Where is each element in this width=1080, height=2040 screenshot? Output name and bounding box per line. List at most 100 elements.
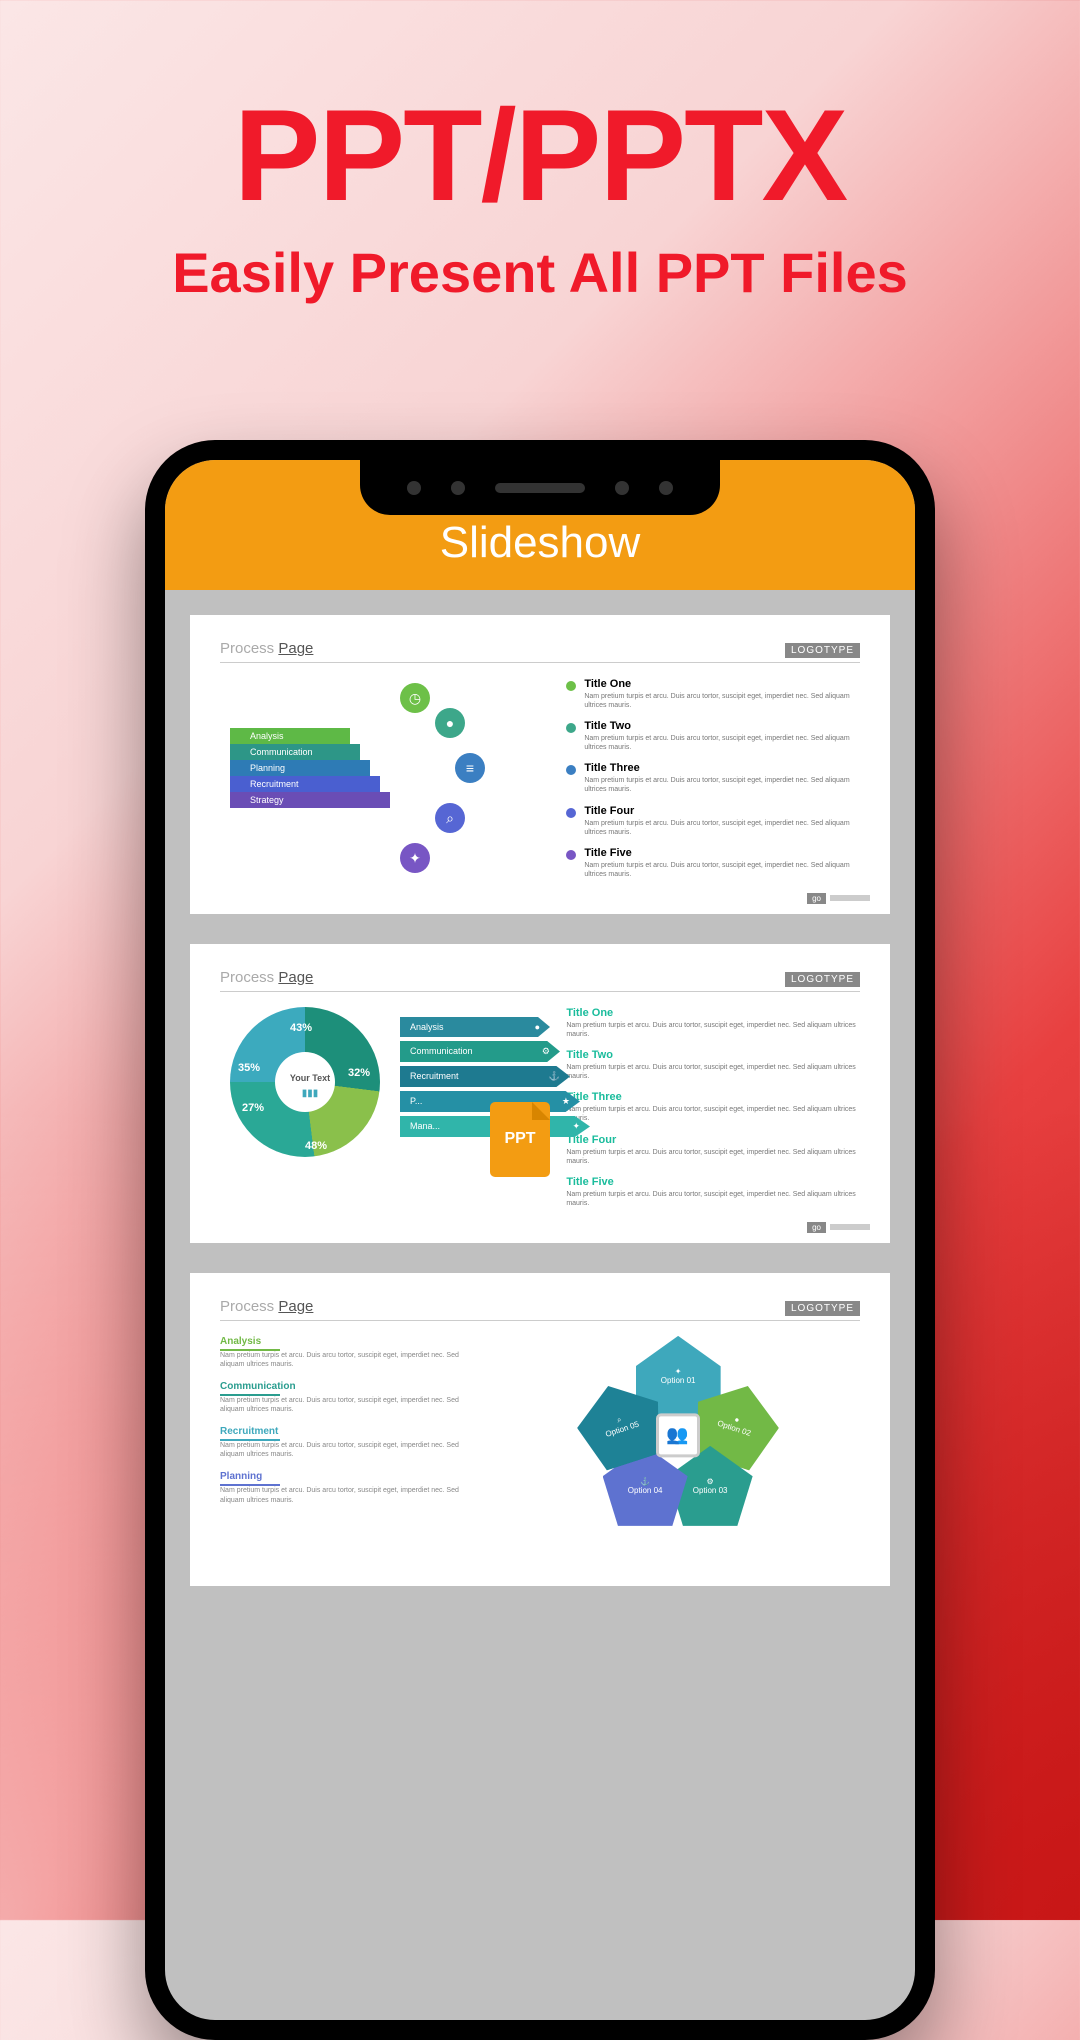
donut-pct: 48% bbox=[305, 1140, 327, 1152]
slide-title: Process Page bbox=[220, 969, 313, 986]
donut-pct: 43% bbox=[290, 1022, 312, 1034]
list-item-desc: Nam pretium turpis et arcu. Duis arcu to… bbox=[584, 819, 860, 837]
list-item-title: Title One bbox=[584, 678, 860, 690]
promo-title: PPT/PPTX bbox=[0, 80, 1080, 230]
donut-pct: 32% bbox=[348, 1067, 370, 1079]
list-item: Title Three Nam pretium turpis et arcu. … bbox=[566, 1091, 860, 1123]
list-item-desc: Nam pretium turpis et arcu. Duis arcu to… bbox=[584, 776, 860, 794]
slide-title: Process Page bbox=[220, 1298, 313, 1315]
list-item-title: Title Four bbox=[566, 1134, 860, 1146]
logotype-badge: LOGOTYPE bbox=[785, 972, 860, 987]
list-item: Title Four Nam pretium turpis et arcu. D… bbox=[566, 805, 860, 837]
list-item-desc: Nam pretium turpis et arcu. Duis arcu to… bbox=[584, 692, 860, 710]
list-item-content: Title Four Nam pretium turpis et arcu. D… bbox=[584, 805, 860, 837]
donut-pct: 35% bbox=[238, 1062, 260, 1074]
flow-label: Communication bbox=[230, 744, 360, 760]
category-item: Recruitment Nam pretium turpis et arcu. … bbox=[220, 1426, 475, 1459]
bullet-icon bbox=[566, 681, 576, 691]
bar-label: Recruitment bbox=[410, 1071, 459, 1081]
arrow-bar: Analysis ● bbox=[400, 1017, 550, 1037]
list-item-title: Title Five bbox=[584, 847, 860, 859]
anchor-icon: ⚓ bbox=[549, 1071, 560, 1082]
promo-headline: PPT/PPTX Easily Present All PPT Files bbox=[0, 0, 1080, 305]
bullet-icon bbox=[566, 850, 576, 860]
category-item: Analysis Nam pretium turpis et arcu. Dui… bbox=[220, 1336, 475, 1369]
pentagon: ✦Option 01 ●Option 02 ⚙Option 03 ⚓Option… bbox=[578, 1336, 778, 1526]
slide-footer: go bbox=[807, 1222, 870, 1233]
footer-bar bbox=[830, 1224, 870, 1230]
slide-thumbnail[interactable]: Process Page LOGOTYPE Analysis Nam preti… bbox=[190, 1273, 890, 1586]
money-icon: ● bbox=[535, 1022, 540, 1032]
list-item-desc: Nam pretium turpis et arcu. Duis arcu to… bbox=[566, 1148, 860, 1166]
list-item-title: Title Three bbox=[566, 1091, 860, 1103]
list-item-desc: Nam pretium turpis et arcu. Duis arcu to… bbox=[566, 1021, 860, 1039]
slide-title-suffix: Page bbox=[278, 1298, 313, 1315]
sensor-icon bbox=[615, 481, 629, 495]
slide-body: Your Text ▮▮▮ 43% 32% 48% 27% 35% Analys… bbox=[220, 1007, 860, 1218]
money-bag-icon: ● bbox=[435, 708, 465, 738]
logotype-badge: LOGOTYPE bbox=[785, 1301, 860, 1316]
list-item-content: Title Three Nam pretium turpis et arcu. … bbox=[584, 762, 860, 794]
slide-header: Process Page LOGOTYPE bbox=[220, 640, 860, 663]
segment-label: Option 04 bbox=[628, 1486, 663, 1495]
list-item-title: Title Five bbox=[566, 1176, 860, 1188]
slide-header: Process Page LOGOTYPE bbox=[220, 1298, 860, 1321]
list-item: Title Five Nam pretium turpis et arcu. D… bbox=[566, 1176, 860, 1208]
category-desc: Nam pretium turpis et arcu. Duis arcu to… bbox=[220, 1441, 475, 1459]
category-title: Planning bbox=[220, 1471, 475, 1482]
slide-thumbnail[interactable]: Process Page LOGOTYPE Analysis Communica… bbox=[190, 615, 890, 914]
phone-frame: Slideshow Process Page LOGOTYPE Analysis bbox=[145, 440, 935, 2040]
list-item: Title Two Nam pretium turpis et arcu. Du… bbox=[566, 1049, 860, 1081]
donut-wrapper: Your Text ▮▮▮ 43% 32% 48% 27% 35% bbox=[230, 1007, 390, 1167]
bars-icon: ▮▮▮ bbox=[302, 1088, 319, 1099]
list-item: Title Three Nam pretium turpis et arcu. … bbox=[566, 762, 860, 794]
database-icon: ≡ bbox=[455, 753, 485, 783]
anchor-icon: ⚓ bbox=[640, 1477, 650, 1486]
slide-title-prefix: Process bbox=[220, 640, 274, 657]
list-item-title: Title Four bbox=[584, 805, 860, 817]
bulb-icon: ✦ bbox=[572, 1121, 580, 1132]
phone-notch bbox=[360, 460, 720, 515]
bar-label: Analysis bbox=[410, 1022, 444, 1032]
list-item: Title One Nam pretium turpis et arcu. Du… bbox=[566, 1007, 860, 1039]
list-item-content: Title One Nam pretium turpis et arcu. Du… bbox=[584, 678, 860, 710]
slide-thumbnail[interactable]: Process Page LOGOTYPE Your Text ▮▮▮ bbox=[190, 944, 890, 1243]
list-item-content: Title Three Nam pretium turpis et arcu. … bbox=[566, 1091, 860, 1123]
flow-label: Planning bbox=[230, 760, 370, 776]
slide-footer: go bbox=[807, 893, 870, 904]
category-desc: Nam pretium turpis et arcu. Duis arcu to… bbox=[220, 1486, 475, 1504]
list-item-title: Title Two bbox=[566, 1049, 860, 1061]
category-item: Communication Nam pretium turpis et arcu… bbox=[220, 1381, 475, 1414]
category-desc: Nam pretium turpis et arcu. Duis arcu to… bbox=[220, 1396, 475, 1414]
slide-body: Analysis Communication Planning Recruitm… bbox=[220, 678, 860, 889]
title-list: Title One Nam pretium turpis et arcu. Du… bbox=[566, 678, 860, 889]
list-item-desc: Nam pretium turpis et arcu. Duis arcu to… bbox=[584, 861, 860, 879]
bar-label: Mana... bbox=[410, 1121, 440, 1131]
bar-label: Communication bbox=[410, 1046, 473, 1056]
flow-label: Recruitment bbox=[230, 776, 380, 792]
gear-icon: ⚙ bbox=[707, 1477, 714, 1486]
camera-icon bbox=[407, 481, 421, 495]
list-item-desc: Nam pretium turpis et arcu. Duis arcu to… bbox=[566, 1190, 860, 1208]
bulb-icon: ✦ bbox=[675, 1367, 682, 1376]
list-item: Title Five Nam pretium turpis et arcu. D… bbox=[566, 847, 860, 879]
title-list: Title One Nam pretium turpis et arcu. Du… bbox=[566, 1007, 860, 1218]
ppt-badge-label: PPT bbox=[504, 1130, 535, 1148]
slide-body: Analysis Nam pretium turpis et arcu. Dui… bbox=[220, 1336, 860, 1526]
donut-pct: 27% bbox=[242, 1102, 264, 1114]
star-icon: ★ bbox=[562, 1096, 570, 1107]
slide-title-suffix: Page bbox=[278, 640, 313, 657]
slides-scroll-area[interactable]: Process Page LOGOTYPE Analysis Communica… bbox=[165, 590, 915, 1611]
list-item-desc: Nam pretium turpis et arcu. Duis arcu to… bbox=[566, 1063, 860, 1081]
donut-center-label: Your Text bbox=[290, 1073, 330, 1083]
bulb-icon: ✦ bbox=[400, 843, 430, 873]
sensor-icon bbox=[451, 481, 465, 495]
category-list: Analysis Nam pretium turpis et arcu. Dui… bbox=[220, 1336, 475, 1526]
category-title: Analysis bbox=[220, 1336, 475, 1347]
list-item-title: Title Three bbox=[584, 762, 860, 774]
search-icon: ⌕ bbox=[435, 803, 465, 833]
list-item-content: Title Two Nam pretium turpis et arcu. Du… bbox=[566, 1049, 860, 1081]
category-item: Planning Nam pretium turpis et arcu. Dui… bbox=[220, 1471, 475, 1504]
slide-header: Process Page LOGOTYPE bbox=[220, 969, 860, 992]
slide-title-prefix: Process bbox=[220, 1298, 274, 1315]
